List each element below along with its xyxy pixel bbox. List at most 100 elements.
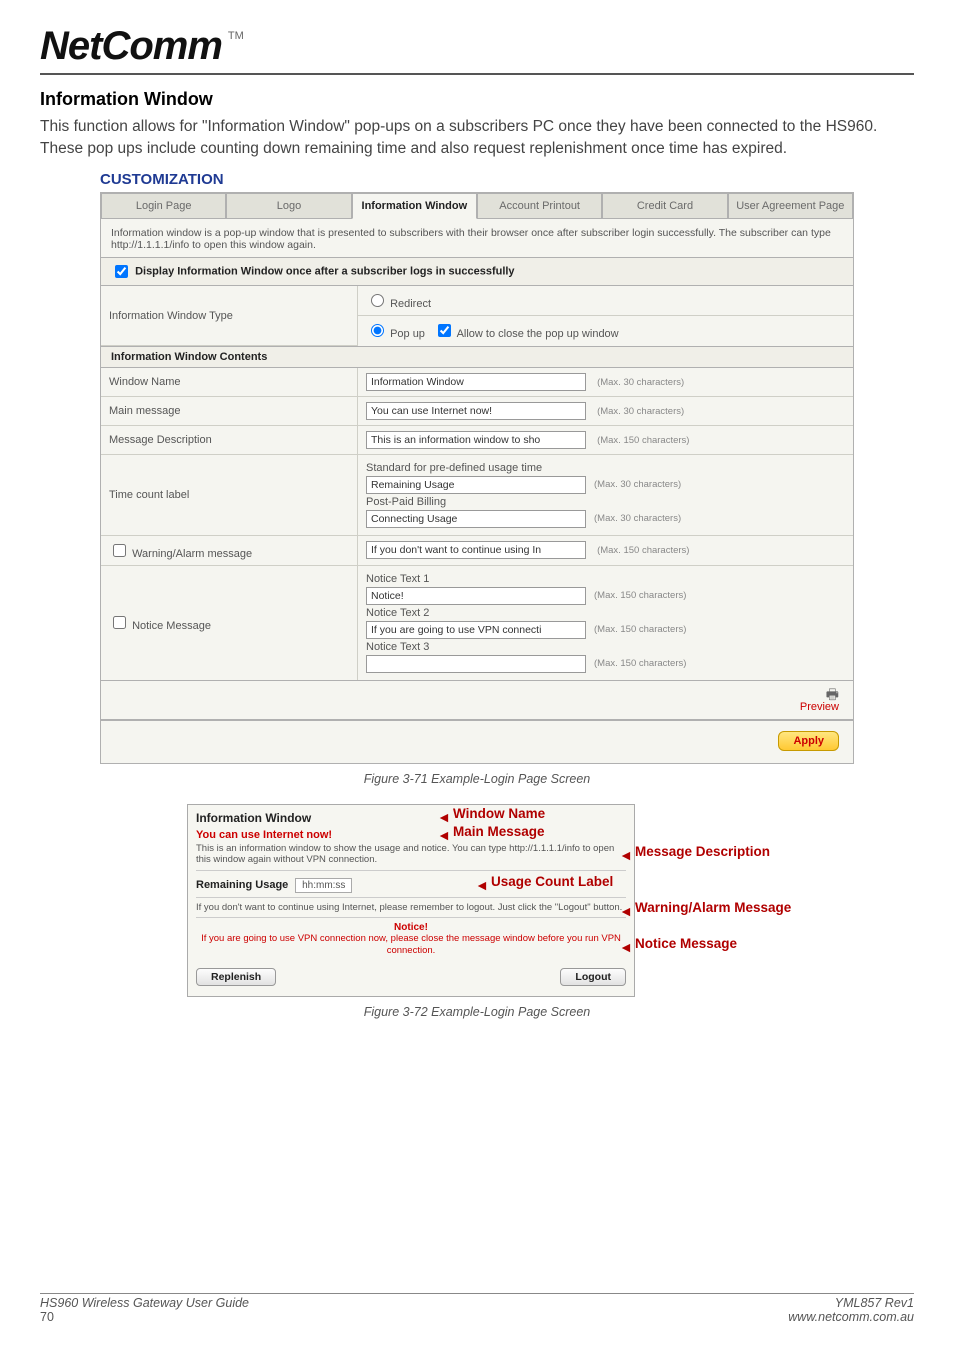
notice-text-1-input[interactable]: [366, 587, 586, 605]
tab-information-window[interactable]: Information Window: [352, 193, 477, 219]
warning-enable-checkbox[interactable]: [113, 544, 126, 557]
popup-usage-value: hh:mm:ss: [295, 878, 352, 893]
radio-redirect-text: Redirect: [390, 298, 431, 310]
allow-close-text: Allow to close the pop up window: [457, 328, 619, 340]
notice-text-1-hint: (Max. 150 characters): [594, 590, 686, 601]
time-std-text: Standard for pre-defined usage time: [366, 462, 845, 474]
popup-notice-text: If you are going to use VPN connection n…: [196, 933, 626, 956]
tab-user-agreement[interactable]: User Agreement Page: [728, 193, 853, 219]
notice-text-2-input[interactable]: [366, 621, 586, 639]
customization-panel: Login Page Logo Information Window Accou…: [100, 192, 854, 720]
radio-redirect-cell: Redirect: [358, 286, 854, 316]
arrow-icon: ◄: [437, 828, 451, 842]
figure-caption-2: Figure 3-72 Example-Login Page Screen: [40, 1005, 914, 1019]
allow-close-label[interactable]: Allow to close the pop up window: [434, 328, 619, 340]
main-message-input[interactable]: [366, 402, 586, 420]
display-checkbox-row: Display Information Window once after a …: [101, 257, 853, 286]
display-checkbox-label: Display Information Window once after a …: [135, 266, 515, 278]
logo-text: NetComm: [40, 24, 222, 69]
window-name-hint: (Max. 30 characters): [597, 377, 684, 388]
main-message-hint: (Max. 30 characters): [597, 406, 684, 417]
logo-row: NetComm TM: [40, 24, 914, 69]
display-checkbox[interactable]: [115, 265, 128, 278]
warning-message-hint: (Max. 150 characters): [597, 545, 689, 556]
message-description-hint: (Max. 150 characters): [597, 435, 689, 446]
connecting-usage-hint: (Max. 30 characters): [594, 513, 681, 524]
notice-text-2-label: Notice Text 2: [366, 607, 845, 619]
arrow-icon: ◄: [475, 878, 489, 892]
footer-left-title: HS960 Wireless Gateway User Guide: [40, 1296, 249, 1310]
arrow-icon: ◄: [619, 940, 633, 954]
ann-main-message: Main Message: [453, 824, 545, 839]
row-label-info-window-type: Information Window Type: [101, 286, 358, 345]
notice-text-2-hint: (Max. 150 characters): [594, 624, 686, 635]
apply-button[interactable]: Apply: [778, 731, 839, 751]
notice-enable-checkbox[interactable]: [113, 616, 126, 629]
radio-popup[interactable]: [371, 324, 384, 337]
logo-tm: TM: [228, 30, 244, 42]
row-label-message-description: Message Description: [101, 425, 358, 454]
connecting-usage-input[interactable]: [366, 510, 586, 528]
printer-icon: 🖶: [115, 687, 839, 701]
footer-page-number: 70: [40, 1310, 249, 1324]
postpaid-text: Post-Paid Billing: [366, 496, 845, 508]
popup-desc: This is an information window to show th…: [196, 843, 626, 866]
page-footer: HS960 Wireless Gateway User Guide 70 YML…: [40, 1293, 914, 1324]
arrow-icon: ◄: [619, 904, 633, 918]
notice-text-3-input[interactable]: [366, 655, 586, 673]
row-label-notice-text: Notice Message: [132, 620, 211, 632]
message-description-input[interactable]: [366, 431, 586, 449]
popup-title: Information Window: [196, 811, 311, 825]
tab-account-printout[interactable]: Account Printout: [477, 193, 602, 219]
radio-redirect-label[interactable]: Redirect: [366, 298, 431, 310]
tab-credit-card[interactable]: Credit Card: [602, 193, 727, 219]
tab-logo[interactable]: Logo: [226, 193, 351, 219]
row-label-main-message: Main message: [101, 396, 358, 425]
row-label-warning-text: Warning/Alarm message: [132, 548, 252, 560]
panel-description: Information window is a pop-up window th…: [101, 219, 853, 257]
radio-popup-label[interactable]: Pop up: [366, 328, 428, 340]
replenish-button[interactable]: Replenish: [196, 968, 276, 986]
allow-close-checkbox[interactable]: [438, 324, 451, 337]
notice-text-1-label: Notice Text 1: [366, 573, 845, 585]
customization-heading: CUSTOMIZATION: [100, 171, 914, 188]
row-label-notice: Notice Message: [101, 565, 358, 680]
contents-header: Information Window Contents: [101, 346, 853, 368]
popup-main-msg: You can use Internet now!: [196, 829, 332, 841]
ann-usage-count-label: Usage Count Label: [491, 874, 613, 889]
tab-bar: Login Page Logo Information Window Accou…: [101, 193, 853, 219]
row-label-warning: Warning/Alarm message: [101, 535, 358, 565]
logout-button[interactable]: Logout: [560, 968, 626, 986]
popup-figure: Information Window You can use Internet …: [137, 804, 817, 997]
ann-window-name: Window Name: [453, 806, 545, 821]
preview-link[interactable]: Preview: [800, 701, 839, 713]
popup-usage-label: Remaining Usage: [196, 879, 288, 891]
horizontal-rule: [40, 73, 914, 75]
arrow-icon: ◄: [437, 810, 451, 824]
intro-paragraph: This function allows for "Information Wi…: [40, 116, 914, 159]
ann-message-description: Message Description: [635, 844, 770, 859]
popup-warn-text: If you don't want to continue using Inte…: [196, 897, 626, 913]
footer-rule: [40, 1293, 914, 1294]
window-name-input[interactable]: [366, 373, 586, 391]
remaining-usage-input[interactable]: [366, 476, 586, 494]
footer-right-url: www.netcomm.com.au: [788, 1310, 914, 1324]
arrow-icon: ◄: [619, 848, 633, 862]
radio-popup-cell: Pop up Allow to close the pop up window: [358, 316, 854, 346]
row-label-time-count: Time count label: [101, 454, 358, 535]
section-heading: Information Window: [40, 89, 914, 110]
radio-redirect[interactable]: [371, 294, 384, 307]
row-label-window-name: Window Name: [101, 368, 358, 397]
figure-caption-1: Figure 3-71 Example-Login Page Screen: [40, 772, 914, 786]
popup-notice-title: Notice!: [196, 922, 626, 933]
remaining-usage-hint: (Max. 30 characters): [594, 479, 681, 490]
ann-warning-alarm: Warning/Alarm Message: [635, 900, 791, 915]
radio-popup-text: Pop up: [390, 328, 425, 340]
ann-notice-message: Notice Message: [635, 936, 737, 951]
notice-text-3-label: Notice Text 3: [366, 641, 845, 653]
warning-message-input[interactable]: [366, 541, 586, 559]
notice-text-3-hint: (Max. 150 characters): [594, 658, 686, 669]
preview-row: 🖶 Preview: [101, 680, 853, 719]
footer-right-rev: YML857 Rev1: [788, 1296, 914, 1310]
tab-login-page[interactable]: Login Page: [101, 193, 226, 219]
